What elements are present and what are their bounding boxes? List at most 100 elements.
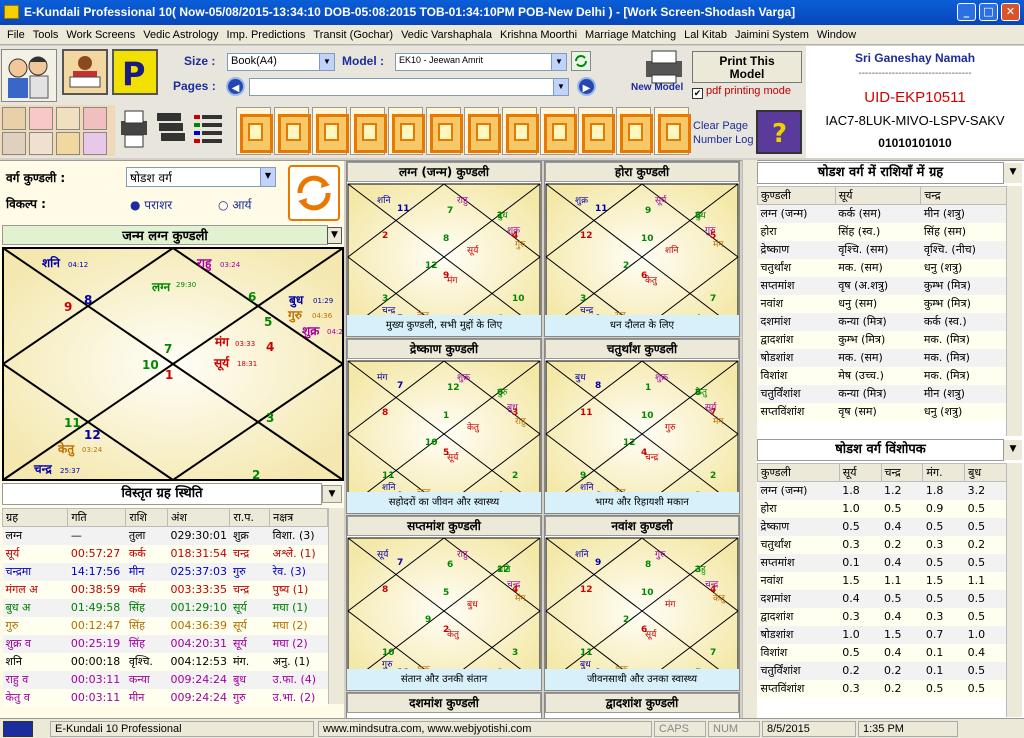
close-button[interactable]: ✕ — [1001, 3, 1020, 21]
menu-vedic-varshaphala[interactable]: Vedic Varshaphala — [397, 29, 496, 41]
help-book-icon[interactable]: ? — [756, 110, 802, 154]
minimize-button[interactable]: _ — [957, 3, 976, 21]
table-row[interactable]: सूर्य 00:57:27 कर्क 018:31:54 चन्द्र अश्ले. (… — [2, 544, 328, 563]
recycle-refresh-icon[interactable] — [288, 165, 340, 221]
meditation-icon[interactable] — [56, 132, 80, 155]
deity-icon[interactable] — [56, 107, 80, 130]
table-row[interactable]: सप्तविंशांश 0.3 0.2 0.5 0.5 — [757, 679, 1007, 698]
kundali-card[interactable]: लग्न (जन्म) कुण्डली 961041781121235शनिरा… — [346, 161, 542, 337]
vishopak-scrollbar[interactable] — [1006, 463, 1022, 717]
kundali-page-icon[interactable] — [502, 107, 539, 155]
table-row[interactable]: षोडशांश मक. (सम) मक. (मित्र) — [757, 348, 1007, 367]
table-row[interactable]: शुक्र व 00:25:19 सिंह 004:20:31 सूर्य मघा (2) — [2, 634, 328, 653]
table-row[interactable]: विशांश मेष (उच्च.) मक. (मित्र) — [757, 366, 1007, 385]
kundali-card[interactable]: सप्तमांश कुण्डली 213412657891011सूर्यराह… — [346, 515, 542, 691]
table-row[interactable]: द्रेष्काण वृश्चि. (सम) वृश्चि. (नीच) — [757, 240, 1007, 259]
kundali-page-icon[interactable] — [654, 107, 691, 155]
menu-vedic-astrology[interactable]: Vedic Astrology — [139, 29, 222, 41]
table-row[interactable]: चन्द्रमा 14:17:56 मीन 025:37:03 गुरु रेव. (3) — [2, 562, 328, 581]
table-row[interactable]: मंगल अ 00:38:59 कर्क 003:33:35 चन्द्र पुष्य (… — [2, 580, 328, 599]
printer-icon[interactable] — [117, 105, 151, 153]
table-row[interactable]: चतुर्विंशांश 0.2 0.2 0.1 0.5 — [757, 661, 1007, 680]
size-select[interactable]: Book(A4) ▼ — [227, 53, 335, 71]
stacked-pages-icon[interactable] — [154, 105, 188, 153]
chevron-down-icon[interactable]: ▼ — [553, 79, 568, 95]
table-row[interactable]: सप्तमांश वृष (अ.शत्रु) कुम्भ (मित्र) — [757, 276, 1007, 295]
rashi-scrollbar[interactable] — [1006, 186, 1022, 436]
menu-krishna-moorthi[interactable]: Krishna Moorthi — [496, 29, 581, 41]
chakra-icon[interactable] — [83, 132, 107, 155]
table-row[interactable]: होरा 1.0 0.5 0.9 0.5 — [757, 499, 1007, 518]
kundali-page-icon[interactable] — [312, 107, 349, 155]
chevron-down-icon[interactable]: ▼ — [322, 485, 342, 503]
kundali-page-icon[interactable] — [350, 107, 387, 155]
menu-tools[interactable]: Tools — [29, 29, 63, 41]
maximize-button[interactable]: □ — [979, 3, 998, 21]
planet-table-scrollbar[interactable] — [328, 508, 344, 704]
table-row[interactable]: विशांश 0.5 0.4 0.1 0.4 — [757, 643, 1007, 662]
kundali-page-icon[interactable] — [578, 107, 615, 155]
kundali-card[interactable]: चतुर्थांश कुण्डली 432751108111296बुधशुक्… — [544, 338, 740, 514]
menu-imp-predictions[interactable]: Imp. Predictions — [223, 29, 310, 41]
reader-icon[interactable] — [62, 49, 108, 95]
kundali-page-icon[interactable] — [426, 107, 463, 155]
varga-select[interactable]: षोडश वर्ग ▼ — [126, 167, 276, 187]
kundali-page-icon[interactable] — [540, 107, 577, 155]
arya-radio[interactable]: ○ आर्य — [218, 196, 252, 213]
kundali-page-icon[interactable] — [236, 107, 273, 155]
kundali-card[interactable]: नवांश कुण्डली 657438109122111शनिगुरुराहु… — [544, 515, 740, 691]
table-row[interactable]: लग्न (जन्म) कर्क (सम) मीन (शत्रु) — [757, 204, 1007, 223]
number-log-link[interactable]: Number Log — [693, 134, 754, 146]
chevron-down-icon[interactable]: ▼ — [1004, 163, 1022, 183]
next-page-icon[interactable]: ▶ — [577, 77, 596, 96]
cake-icon[interactable] — [29, 107, 53, 130]
table-row[interactable]: नवांश 1.5 1.1 1.5 1.1 — [757, 571, 1007, 590]
hands-icon[interactable] — [29, 132, 53, 155]
table-row[interactable]: केतु व 00:03:11 मीन 009:24:24 गुरु उ.भा. (2) — [2, 688, 328, 707]
menu-window[interactable]: Window — [813, 29, 860, 41]
table-row[interactable]: द्वादशांश कुम्भ (मित्र) मक. (मित्र) — [757, 330, 1007, 349]
table-row[interactable]: दशमांश कन्या (मित्र) कर्क (स्व.) — [757, 312, 1007, 331]
print-model-button[interactable]: Print This Model — [692, 51, 802, 83]
menu-work-screens[interactable]: Work Screens — [62, 29, 139, 41]
refresh-icon[interactable] — [571, 51, 591, 71]
table-row[interactable]: राहु व 00:03:11 कन्या 009:24:24 बुध उ.फा. (4) — [2, 670, 328, 689]
p-logo-icon[interactable]: P — [112, 49, 158, 95]
kundali-page-icon[interactable] — [464, 107, 501, 155]
kundali-page-icon[interactable] — [274, 107, 311, 155]
checkmark-icon[interactable]: ✔ — [692, 88, 703, 99]
prev-page-icon[interactable]: ◀ — [226, 77, 245, 96]
menu-marriage-matching[interactable]: Marriage Matching — [581, 29, 680, 41]
table-row[interactable]: द्वादशांश 0.3 0.4 0.3 0.5 — [757, 607, 1007, 626]
table-row[interactable]: चतुर्विंशांश कन्या (मित्र) मीन (शत्रु) — [757, 384, 1007, 403]
users-icon[interactable] — [1, 49, 57, 102]
kundali-card[interactable]: द्रेष्काण कुण्डली 542361217810119मंगशुक्… — [346, 338, 542, 514]
table-row[interactable]: दशमांश 0.4 0.5 0.5 0.5 — [757, 589, 1007, 608]
table-row[interactable]: शनि 00:00:18 वृश्चि. 004:12:53 मंग. अनु. (1) — [2, 652, 328, 671]
new-model-link[interactable]: New Model — [631, 82, 683, 93]
chevron-down-icon[interactable]: ▼ — [551, 54, 566, 70]
table-row[interactable]: लग्न — तुला 029:30:01 शुक्र विशा. (3) — [2, 526, 328, 545]
heart-icon[interactable] — [83, 107, 107, 130]
table-row[interactable]: लग्न (जन्म) 1.8 1.2 1.8 3.2 — [757, 481, 1007, 500]
table-row[interactable]: होरा सिंह (स्व.) सिंह (सम) — [757, 222, 1007, 241]
table-row[interactable]: चतुर्थांश 0.3 0.2 0.3 0.2 — [757, 535, 1007, 554]
menu-file[interactable]: File — [3, 29, 29, 41]
table-row[interactable]: गुरु 00:12:47 सिंह 004:36:39 सूर्य मघा (2) — [2, 616, 328, 635]
profile-icon[interactable] — [2, 132, 26, 155]
pdf-printing-checkbox[interactable]: ✔ pdf printing mode — [692, 85, 791, 99]
kundali-page-icon[interactable] — [616, 107, 653, 155]
menu-transit[interactable]: Transit (Gochar) — [309, 29, 397, 41]
menu-jaimini-system[interactable]: Jaimini System — [731, 29, 813, 41]
kundali-page-icon[interactable] — [388, 107, 425, 155]
parashar-radio[interactable]: ● पराशर — [130, 196, 172, 213]
chevron-down-icon[interactable]: ▼ — [327, 227, 342, 244]
chevron-down-icon[interactable]: ▼ — [319, 54, 334, 70]
table-row[interactable]: चतुर्थांश मक. (सम) धनु (शत्रु) — [757, 258, 1007, 277]
center-scrollbar[interactable] — [742, 160, 758, 718]
pages-select[interactable]: ▼ — [249, 78, 569, 96]
table-row[interactable]: नवांश धनु (सम) कुम्भ (मित्र) — [757, 294, 1007, 313]
clear-page-link[interactable]: Clear Page — [693, 120, 748, 132]
list-icon[interactable] — [190, 105, 226, 153]
person-icon[interactable] — [2, 107, 26, 130]
